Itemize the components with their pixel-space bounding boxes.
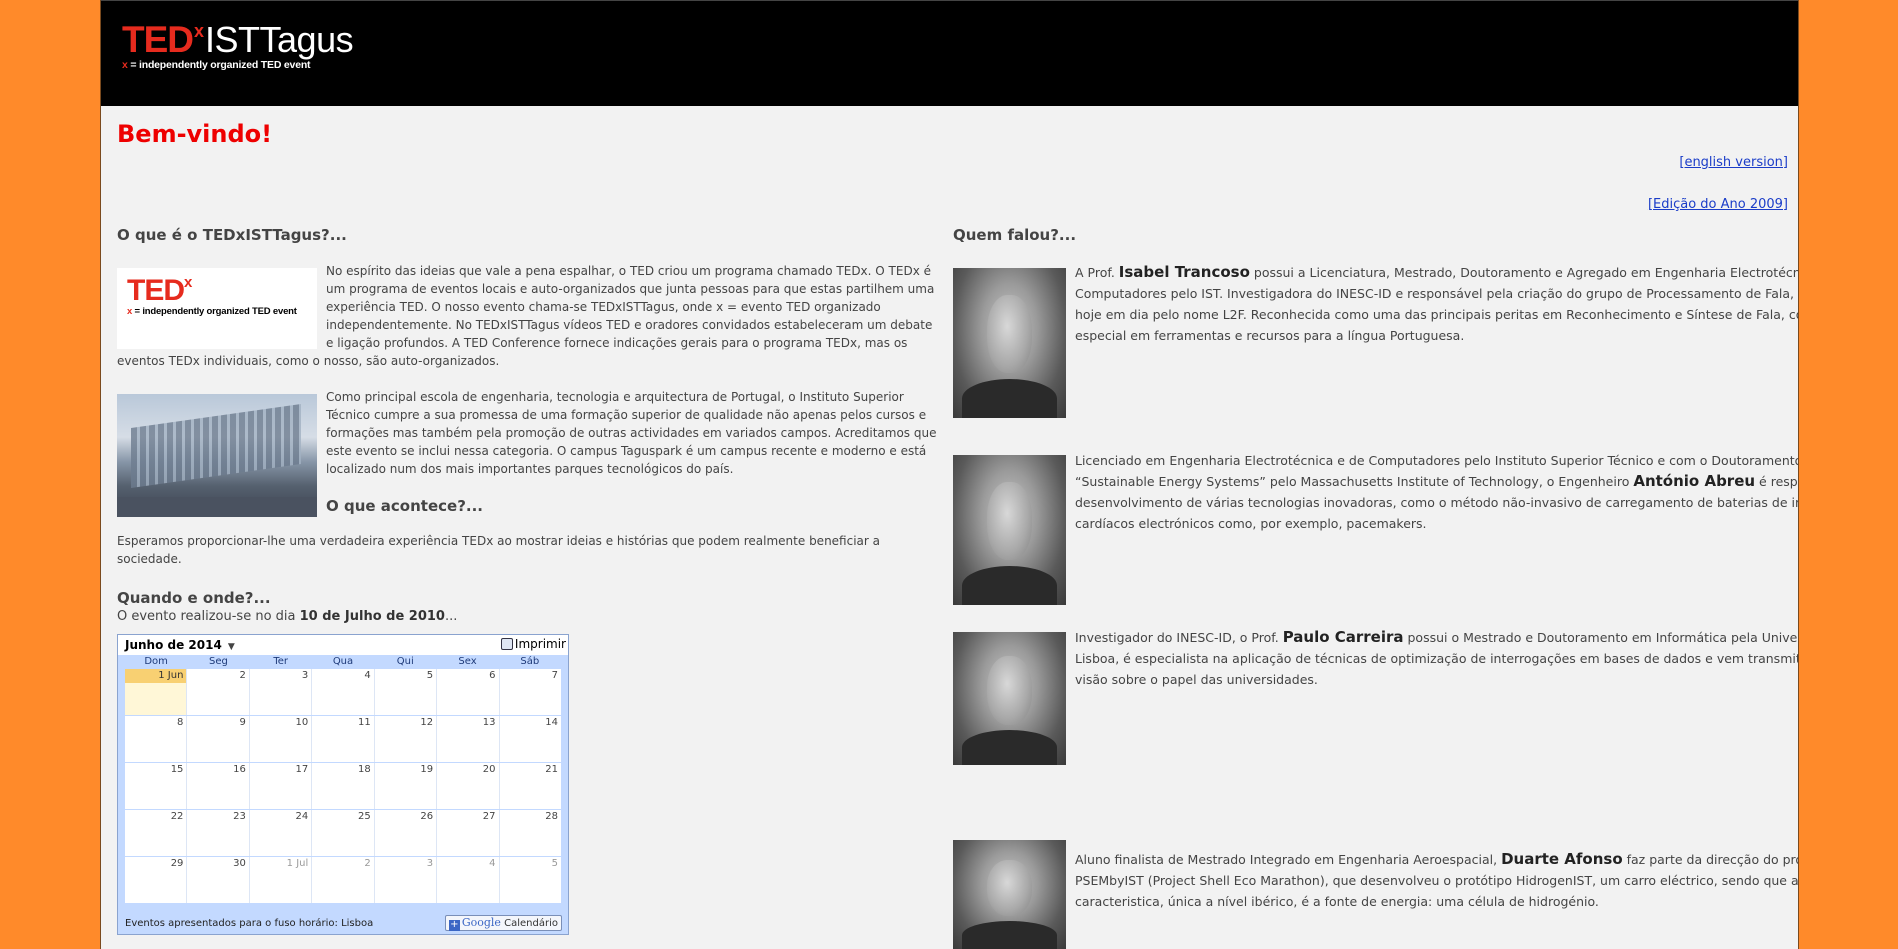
- speaker-photo-isabel-trancoso: [953, 268, 1066, 418]
- logo-name: ISTTagus: [205, 19, 354, 60]
- calendar-header: Junho de 2014 ▼ Imprimir: [118, 635, 568, 655]
- calendar-day[interactable]: 28: [498, 810, 561, 856]
- calendar-day[interactable]: 14: [498, 716, 561, 762]
- calendar-day[interactable]: 18: [311, 763, 374, 809]
- ist-paragraph: Como principal escola de engenharia, tec…: [326, 390, 937, 476]
- speaker-bio-isabel-trancoso: A Prof. Isabel Trancoso possui a Licenci…: [1075, 263, 1799, 343]
- page-title: Bem-vindo!: [117, 120, 273, 148]
- weekday-label: Seg: [208, 656, 228, 667]
- calendar-day[interactable]: 17: [248, 763, 312, 809]
- calendar-day[interactable]: 22: [125, 810, 187, 856]
- speaker-name: Isabel Trancoso: [1118, 263, 1250, 281]
- logo-ted-text: TEDx: [122, 19, 204, 60]
- chevron-down-icon[interactable]: ▼: [228, 642, 235, 652]
- calendar-day[interactable]: 11: [311, 716, 374, 762]
- calendar-day[interactable]: 7: [498, 669, 561, 715]
- calendar-day[interactable]: 13: [436, 716, 499, 762]
- calendar-day[interactable]: 2: [186, 669, 249, 715]
- calendar-day[interactable]: 9: [186, 716, 249, 762]
- weekday-label: Sáb: [520, 656, 540, 667]
- calendar-week-row: 8 9 10 11 12 13 14: [125, 715, 561, 762]
- when-where-heading: Quando e onde?...: [117, 589, 271, 607]
- calendar-week-row: 22 23 24 25 26 27 28: [125, 809, 561, 856]
- event-date-line: O evento realizou-se no dia 10 de Julho …: [117, 609, 458, 624]
- event-date: 10 de Julho de 2010: [299, 609, 445, 624]
- calendar-day[interactable]: 23: [186, 810, 249, 856]
- logo-tagline: x = independently organized TED event: [122, 59, 311, 71]
- calendar-day[interactable]: 15: [125, 763, 187, 809]
- ist-building-photo: [117, 394, 317, 517]
- calendar-day[interactable]: 21: [498, 763, 561, 809]
- calendar-grid: Dom Seg Ter Qua Qui Sex Sáb 1 Jun 2 3 4 …: [125, 656, 561, 903]
- calendar-day-next-month[interactable]: 1 Jul: [248, 857, 312, 903]
- page-container: TEDxISTTagus x = independently organized…: [100, 0, 1799, 949]
- calendar-day[interactable]: 6: [436, 669, 499, 715]
- speaker-name: Duarte Afonso: [1501, 850, 1623, 868]
- english-version-link[interactable]: [english version]: [1679, 155, 1788, 170]
- calendar-day[interactable]: 5: [373, 669, 437, 715]
- calendar-day-today[interactable]: 1 Jun: [125, 669, 187, 715]
- calendar-day[interactable]: 10: [248, 716, 312, 762]
- speaker-name: Paulo Carreira: [1282, 628, 1404, 646]
- speaker-photo-duarte-afonso: [953, 840, 1066, 949]
- calendar-print-button[interactable]: Imprimir: [500, 637, 566, 651]
- calendar-day[interactable]: 29: [125, 857, 187, 903]
- calendar-day[interactable]: 30: [186, 857, 249, 903]
- calendar-week-row: 1 Jun 2 3 4 5 6 7: [125, 668, 561, 715]
- calendar-day-next-month[interactable]: 4: [436, 857, 499, 903]
- tedx-isttagus-logo[interactable]: TEDxISTTagus x = independently organized…: [122, 19, 354, 71]
- add-to-google-calendar-button[interactable]: + Google Calendário: [444, 915, 562, 931]
- calendar-day[interactable]: 8: [125, 716, 187, 762]
- calendar-day[interactable]: 24: [248, 810, 312, 856]
- speaker-bio-duarte-afonso: Aluno finalista de Mestrado Integrado em…: [1075, 850, 1799, 909]
- speaker-bio-paulo-carreira: Investigador do INESC-ID, o Prof. Paulo …: [1075, 628, 1799, 687]
- calendar-day[interactable]: 20: [436, 763, 499, 809]
- speaker-photo-paulo-carreira: [953, 632, 1066, 765]
- calendar-day[interactable]: 16: [186, 763, 249, 809]
- what-is-paragraph: No espírito das ideias que vale a pena e…: [117, 264, 935, 368]
- weekday-header-row: Dom Seg Ter Qua Qui Sex Sáb: [125, 656, 561, 668]
- calendar-day-next-month[interactable]: 5: [498, 857, 561, 903]
- weekday-label: Dom: [144, 656, 168, 667]
- calendar-day-next-month[interactable]: 3: [373, 857, 437, 903]
- weekday-label: Qui: [396, 656, 414, 667]
- speakers-heading: Quem falou?...: [953, 226, 1077, 244]
- google-calendar-widget: Junho de 2014 ▼ Imprimir Dom Seg Ter Qua …: [117, 634, 569, 935]
- what-happens-paragraph: Esperamos proporcionar-lhe uma verdadeir…: [117, 534, 880, 566]
- site-header: TEDxISTTagus x = independently organized…: [101, 0, 1798, 106]
- calendar-day[interactable]: 4: [311, 669, 374, 715]
- calendar-week-row: 15 16 17 18 19 20 21: [125, 762, 561, 809]
- calendar-month-selector[interactable]: Junho de 2014 ▼: [125, 638, 235, 652]
- calendar-day[interactable]: 19: [373, 763, 437, 809]
- weekday-label: Ter: [273, 656, 289, 667]
- speaker-name: António Abreu: [1633, 472, 1756, 490]
- calendar-day[interactable]: 27: [436, 810, 499, 856]
- speaker-photo-antonio-abreu: [953, 455, 1066, 605]
- calendar-week-row: 29 30 1 Jul 2 3 4 5: [125, 856, 561, 903]
- edition-2009-link[interactable]: [Edição do Ano 2009]: [1648, 197, 1788, 212]
- calendar-footer: Eventos apresentados para o fuso horário…: [118, 912, 568, 934]
- what-happens-heading: O que acontece?...: [326, 497, 483, 515]
- weekday-label: Sex: [458, 656, 477, 667]
- weekday-label: Qua: [332, 656, 354, 667]
- plus-icon: +: [448, 919, 460, 931]
- calendar-day-next-month[interactable]: 2: [311, 857, 374, 903]
- calendar-day[interactable]: 3: [248, 669, 312, 715]
- calendar-day[interactable]: 12: [373, 716, 437, 762]
- calendar-timezone-note: Eventos apresentados para o fuso horário…: [125, 918, 374, 929]
- printer-icon: [500, 638, 513, 650]
- calendar-day[interactable]: 25: [311, 810, 374, 856]
- speaker-bio-antonio-abreu: Licenciado em Engenharia Electrotécnica …: [1075, 453, 1799, 531]
- what-is-heading: O que é o TEDxISTTagus?...: [117, 226, 347, 244]
- calendar-day[interactable]: 26: [373, 810, 437, 856]
